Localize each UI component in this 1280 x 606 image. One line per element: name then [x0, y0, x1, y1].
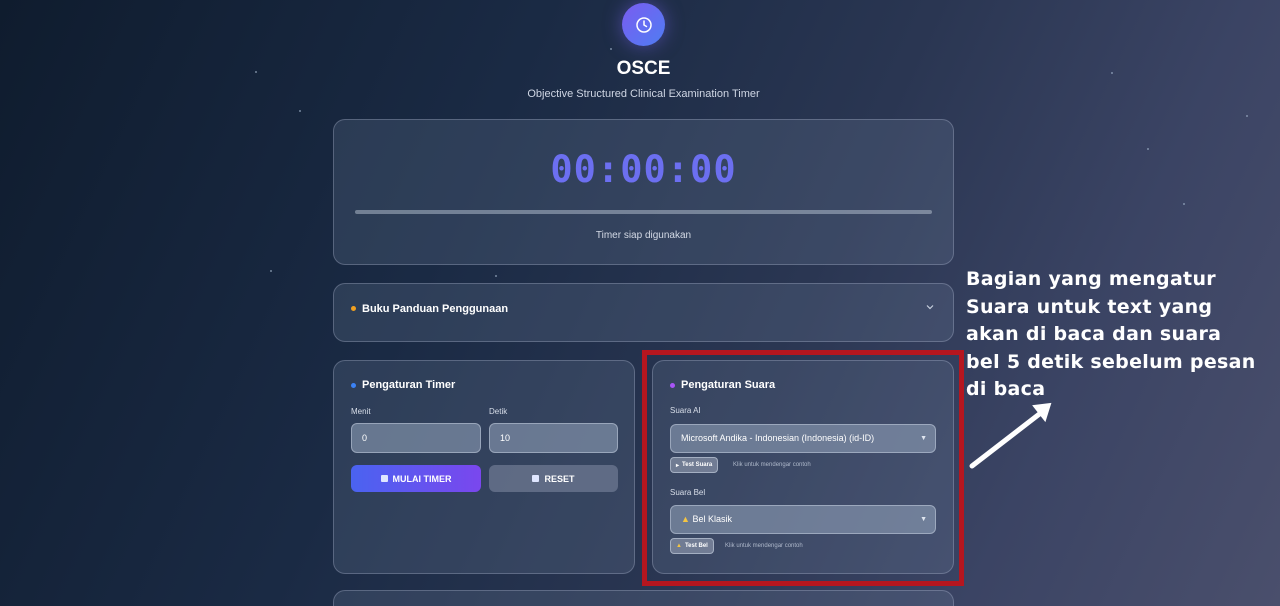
stop-icon [532, 475, 540, 482]
background-star [299, 110, 301, 112]
timer-status: Timer siap digunakan [595, 230, 692, 241]
app-subtitle: Objective Structured Clinical Examinatio… [527, 88, 760, 100]
start-timer-label: MULAI TIMER [392, 473, 452, 484]
seconds-label: Detik [489, 407, 508, 416]
timer-settings-bullet-icon [351, 383, 356, 388]
timer-card: 00:00:00 Timer siap digunakan [333, 119, 954, 265]
background-star [1246, 115, 1248, 117]
play-icon [380, 475, 388, 482]
annotation-line: Bagian yang mengatur [966, 268, 1216, 290]
guide-accordion[interactable]: Buku Panduan Penggunaan [333, 283, 954, 342]
background-star [270, 270, 272, 272]
annotation-arrow-icon [969, 402, 1052, 469]
annotation-line: Suara untuk text yang [966, 295, 1213, 318]
app-title: OSCE [616, 58, 671, 79]
annotation-text: Bagian yang mengatur Suara untuk text ya… [966, 266, 1266, 404]
timer-display: 00:00:00 [550, 148, 737, 191]
timer-settings-card: Pengaturan Timer Menit 0 Detik 10 MULAI … [333, 360, 635, 574]
start-timer-button[interactable]: MULAI TIMER [351, 465, 481, 492]
timer-progress-bar [355, 210, 932, 214]
background-star [1183, 203, 1185, 205]
seconds-input[interactable]: 10 [489, 423, 618, 453]
guide-bullet-icon [351, 306, 356, 311]
annotation-line: akan di baca dan suara [966, 323, 1222, 345]
timer-settings-title: Pengaturan Timer [362, 379, 456, 391]
chevron-down-icon[interactable] [925, 302, 935, 312]
annotation-line: bel 5 detik sebelum pesan [966, 350, 1256, 373]
guide-title: Buku Panduan Penggunaan [362, 303, 509, 315]
annotation-highlight-box [642, 350, 964, 586]
minutes-input[interactable]: 0 [351, 423, 481, 453]
reset-button[interactable]: RESET [489, 465, 618, 492]
next-section-card [333, 590, 954, 606]
background-star [1147, 148, 1149, 150]
background-star [495, 275, 497, 277]
clock-icon [635, 16, 652, 33]
background-star [610, 48, 612, 50]
reset-label: RESET [544, 473, 575, 484]
app-logo [622, 3, 665, 46]
minutes-label: Menit [351, 407, 371, 416]
